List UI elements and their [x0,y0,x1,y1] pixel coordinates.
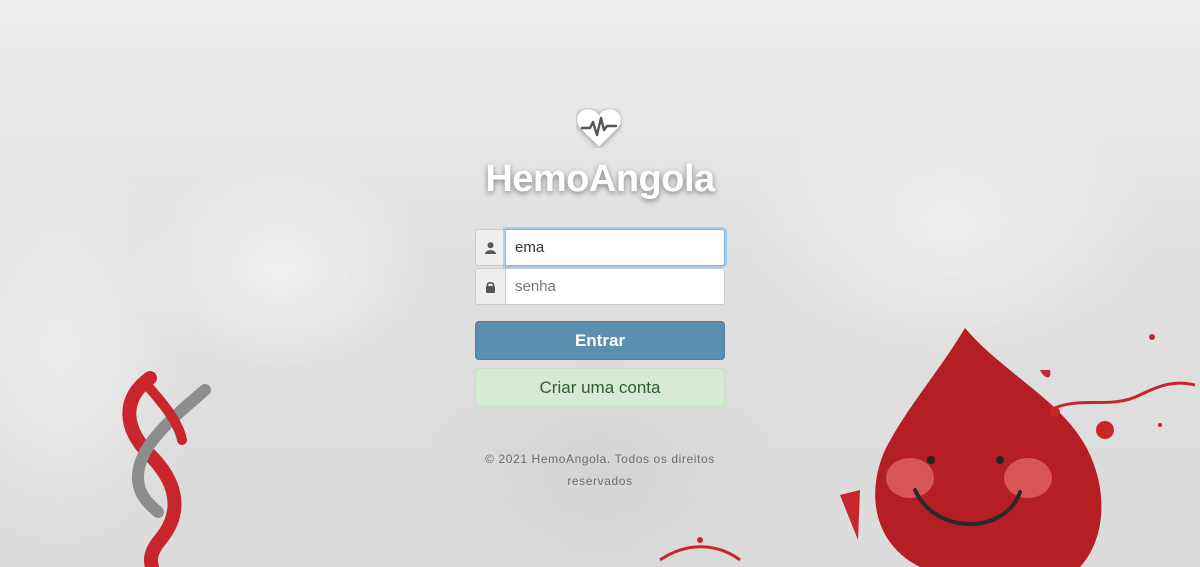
password-input[interactable] [505,268,725,305]
login-page: HemoAngola Entrar Criar uma [0,0,1200,567]
lock-icon [475,268,505,305]
login-button-label: Entrar [574,330,626,350]
heart-pulse-icon [577,109,621,147]
create-account-button[interactable]: Criar uma conta [475,368,725,407]
brand-title: HemoAngola [485,158,715,200]
username-input-group [475,229,725,266]
username-input[interactable] [505,229,725,266]
ribbon-logo-icon [122,371,211,567]
footer-copyright: © 2021 HemoAngola. Todos os direitos res… [485,452,715,488]
create-account-button-label: Criar uma conta [539,377,661,397]
user-icon [475,229,505,266]
blood-drop-mascot-icon [659,328,1196,567]
password-input-group [475,268,725,305]
login-button[interactable]: Entrar [475,321,725,360]
